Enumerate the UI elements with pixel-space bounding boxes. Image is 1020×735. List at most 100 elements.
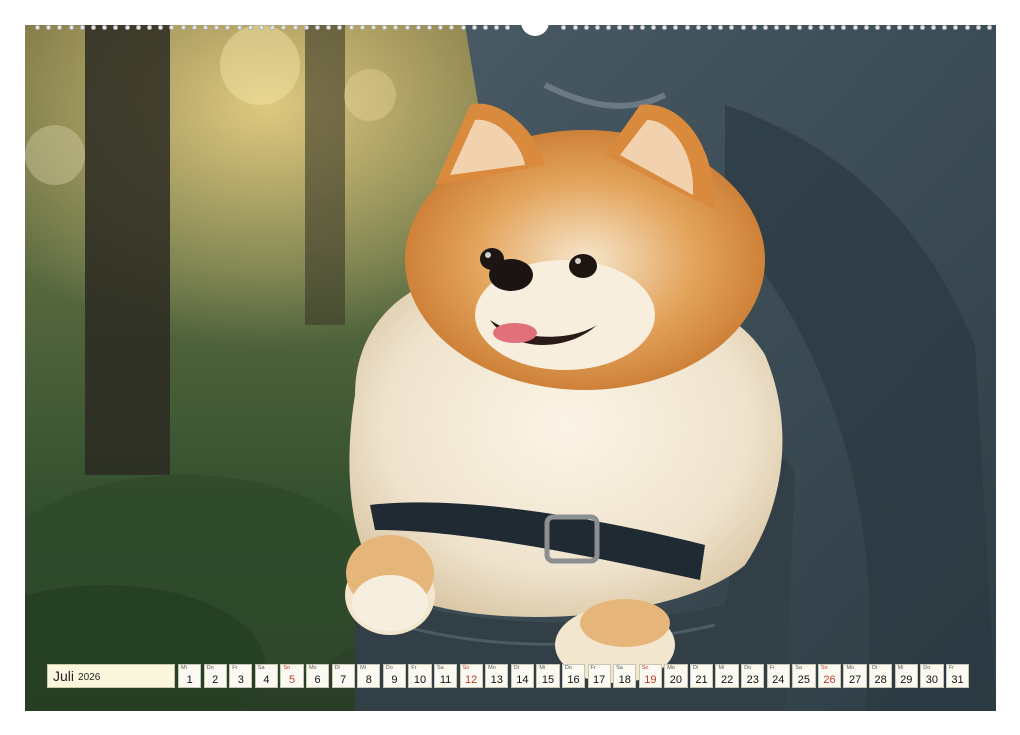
day-number: 5 <box>281 674 302 686</box>
binding-hole <box>763 25 768 30</box>
day-cell: Fr3 <box>229 664 252 688</box>
weekday-label: Fr <box>770 665 775 671</box>
binding-hole <box>841 25 846 30</box>
binding-hole <box>304 25 309 30</box>
year-label: 2026 <box>78 672 100 683</box>
month-calendar-strip: Juli 2026 Mi1Do2Fr3Sa4So5Mo6Di7Mi8Do9Fr1… <box>47 664 973 688</box>
binding-hole <box>494 25 499 30</box>
binding-hole <box>640 25 645 30</box>
weekday-label: Mo <box>309 665 317 671</box>
weekday-label: Mi <box>539 665 545 671</box>
binding-hole <box>461 25 466 30</box>
binding-hole <box>147 25 152 30</box>
day-number: 8 <box>358 674 379 686</box>
weekday-label: Di <box>335 665 340 671</box>
day-number: 30 <box>921 674 942 686</box>
day-cell: Di14 <box>511 664 534 688</box>
binding-hole <box>169 25 174 30</box>
binding-hole <box>909 25 914 30</box>
weekday-label: Mo <box>488 665 496 671</box>
weekday-label: Fr <box>949 665 954 671</box>
day-cell: Sa11 <box>434 664 457 688</box>
day-cell: Sa4 <box>255 664 278 688</box>
binding-hole <box>942 25 947 30</box>
binding-hole <box>57 25 62 30</box>
binding-hole <box>729 25 734 30</box>
dog-photo <box>25 25 996 711</box>
day-number: 28 <box>870 674 891 686</box>
binding-hole <box>349 25 354 30</box>
day-cell: Do 23 <box>741 664 764 688</box>
day-cell: Mi1 <box>178 664 201 688</box>
day-cell: Fr10 <box>408 664 431 688</box>
weekday-label: So <box>821 665 828 671</box>
weekday-label: So <box>642 665 649 671</box>
month-name: Juli <box>53 668 74 684</box>
weekday-label: Mi <box>360 665 366 671</box>
binding-hole <box>427 25 432 30</box>
day-number: 2 <box>205 674 226 686</box>
month-label-box: Juli 2026 <box>47 664 175 688</box>
day-number: 6 <box>307 674 328 686</box>
weekday-label: Sa <box>795 665 802 671</box>
binding-hole <box>449 25 454 30</box>
binding-hole <box>617 25 622 30</box>
binding-hole <box>965 25 970 30</box>
weekday-label: Fr <box>591 665 596 671</box>
binding-hole <box>797 25 802 30</box>
binding-hole <box>248 25 253 30</box>
binding-hole <box>69 25 74 30</box>
binding-hole <box>651 25 656 30</box>
binding-hole <box>472 25 477 30</box>
weekday-label: Sa <box>437 665 444 671</box>
binding-hole <box>718 25 723 30</box>
binding-hole <box>158 25 163 30</box>
day-number: 27 <box>844 674 865 686</box>
weekday-label: Do <box>386 665 393 671</box>
binding-hole <box>483 25 488 30</box>
binding-hole <box>35 25 40 30</box>
binding-hole <box>293 25 298 30</box>
day-number: 3 <box>230 674 251 686</box>
binding-hole <box>819 25 824 30</box>
day-number: 12 <box>461 674 482 686</box>
weekday-label: Do <box>744 665 751 671</box>
day-number: 14 <box>512 674 533 686</box>
day-cell: Fr24 <box>767 664 790 688</box>
weekday-label: Di <box>872 665 877 671</box>
binding-hole <box>315 25 320 30</box>
day-cell: Mi 22 <box>715 664 738 688</box>
binding-hole <box>629 25 634 30</box>
binding-hole <box>181 25 186 30</box>
binding-hole <box>897 25 902 30</box>
binding-hole <box>214 25 219 30</box>
binding-hole <box>405 25 410 30</box>
binding-hole <box>741 25 746 30</box>
binding-hole <box>584 25 589 30</box>
day-number: 9 <box>384 674 405 686</box>
binding-hole <box>685 25 690 30</box>
day-number: 13 <box>486 674 507 686</box>
day-number: 26 <box>819 674 840 686</box>
binding-hole <box>259 25 264 30</box>
binding-hole <box>573 25 578 30</box>
day-number: 21 <box>691 674 712 686</box>
day-cell: Do30 <box>920 664 943 688</box>
weekday-label: Mi <box>718 665 724 671</box>
pomeranian-in-backpack-image <box>25 25 996 711</box>
day-number: 22 <box>716 674 737 686</box>
day-number: 31 <box>947 674 968 686</box>
day-number: 23 <box>742 674 763 686</box>
weekday-label: Mi <box>898 665 904 671</box>
day-cell: Sa25 <box>792 664 815 688</box>
day-cell: Di7 <box>332 664 355 688</box>
day-number: 19 <box>640 674 661 686</box>
binding-hole <box>102 25 107 30</box>
day-number: 17 <box>589 674 610 686</box>
binding-hole <box>125 25 130 30</box>
binding-hole <box>281 25 286 30</box>
weekday-label: Sa <box>258 665 265 671</box>
weekday-label: Do <box>565 665 572 671</box>
binding-hole <box>886 25 891 30</box>
day-number: 15 <box>537 674 558 686</box>
